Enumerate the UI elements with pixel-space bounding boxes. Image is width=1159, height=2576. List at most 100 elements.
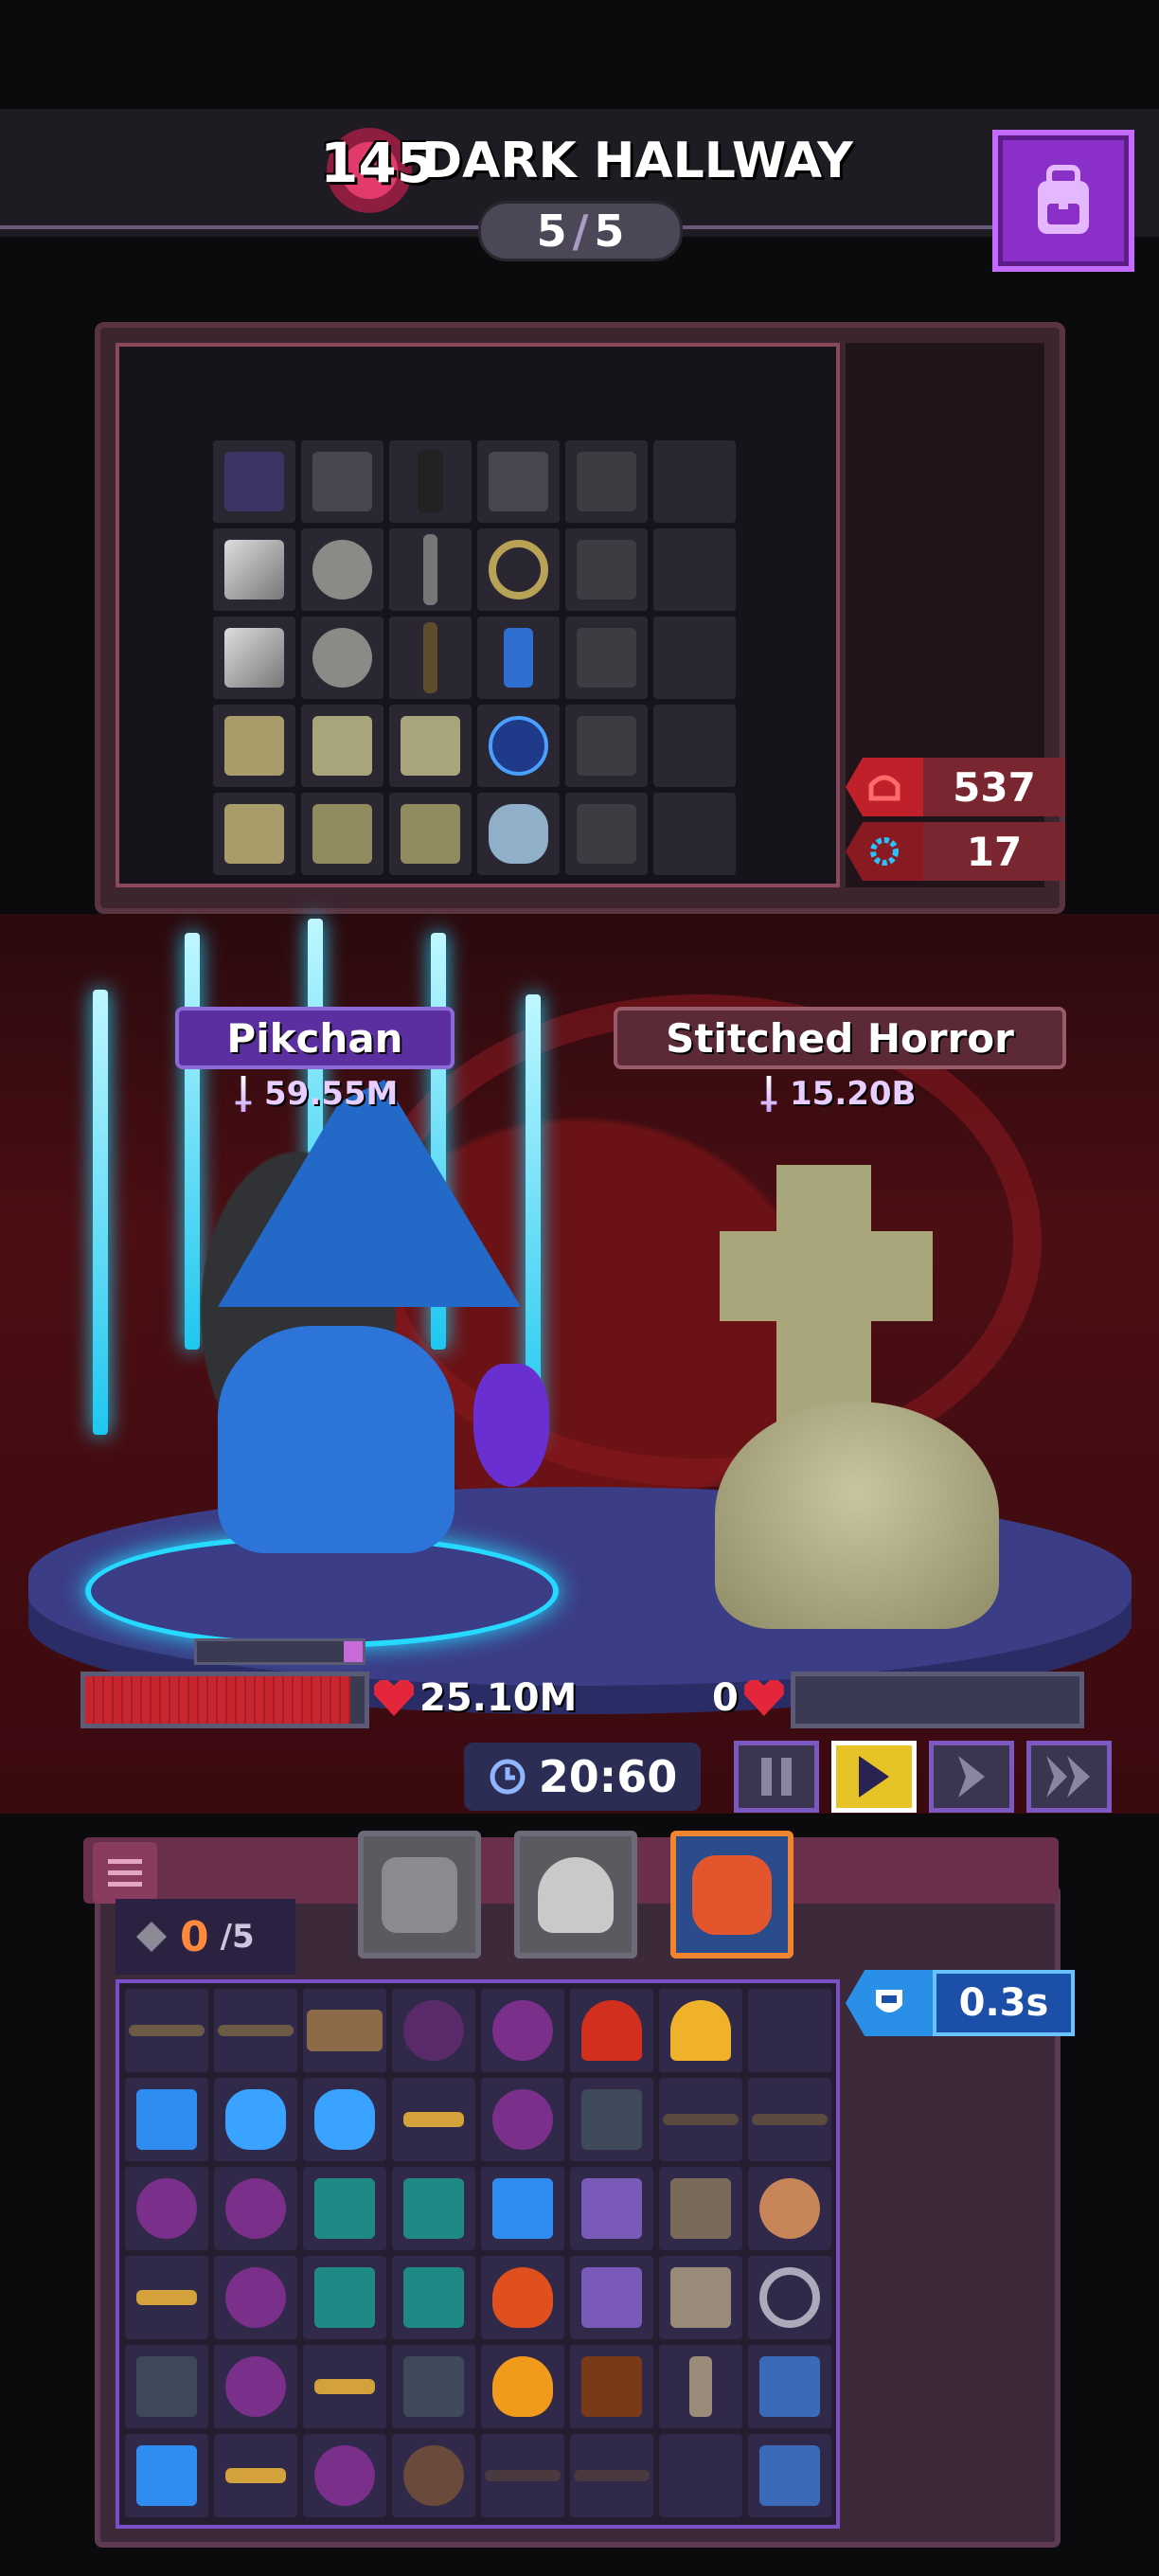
item-wand[interactable] xyxy=(214,2434,297,2517)
speed-1x-button[interactable] xyxy=(831,1741,917,1813)
enemy-slot-blade[interactable] xyxy=(565,440,648,523)
item-staff[interactable] xyxy=(303,1989,386,2072)
enemy-stat-armor-value: 537 xyxy=(923,758,1065,816)
enemy-slot-hammer[interactable] xyxy=(301,440,383,523)
play-icon xyxy=(859,1756,889,1798)
empty-slot[interactable] xyxy=(659,2434,742,2517)
enemy-slot-armor[interactable] xyxy=(389,705,472,787)
item-snail[interactable] xyxy=(392,2434,475,2517)
enemy-slot[interactable] xyxy=(213,440,295,523)
enemy-power: 15.20B xyxy=(758,1075,916,1113)
item-green-arrow[interactable] xyxy=(570,2078,653,2161)
item-wizard-hat[interactable] xyxy=(570,1989,653,2072)
item-wand[interactable] xyxy=(303,2434,386,2517)
enemy-slot[interactable] xyxy=(653,528,736,611)
pause-icon xyxy=(761,1758,792,1796)
item-green-arrow[interactable] xyxy=(125,2345,208,2428)
enemy-slot-ring[interactable] xyxy=(477,528,560,611)
item-ice-blast[interactable] xyxy=(214,2078,297,2161)
item-staff[interactable] xyxy=(659,2078,742,2161)
item-staff[interactable] xyxy=(481,2434,564,2517)
enemy-slot-potion[interactable] xyxy=(477,617,560,699)
item-ring[interactable] xyxy=(748,2256,831,2339)
shield-cat-icon xyxy=(846,1970,933,2036)
item-staff[interactable] xyxy=(748,2078,831,2161)
menu-line xyxy=(108,1882,142,1887)
enemy-slot-bone[interactable] xyxy=(213,705,295,787)
item-wand[interactable] xyxy=(125,2256,208,2339)
enemy-slot-hammer[interactable] xyxy=(389,440,472,523)
enemy-slot-hammer[interactable] xyxy=(477,440,560,523)
enemy-slot-armor[interactable] xyxy=(301,705,383,787)
enemy-slot-armor[interactable] xyxy=(389,793,472,875)
item-staff[interactable] xyxy=(214,1989,297,2072)
gear-shield-icon xyxy=(846,822,923,881)
enemy-slot-hammer-charm[interactable] xyxy=(477,705,560,787)
pause-button[interactable] xyxy=(734,1741,819,1813)
item-crystal-hand[interactable] xyxy=(570,2256,653,2339)
item-wand[interactable] xyxy=(303,2345,386,2428)
enemy-slot-armor[interactable] xyxy=(301,793,383,875)
speed-2x-button[interactable] xyxy=(929,1741,1014,1813)
item-ice-blast[interactable] xyxy=(303,2078,386,2161)
speed-3x-button[interactable] xyxy=(1026,1741,1112,1813)
item-torch[interactable] xyxy=(659,2167,742,2250)
enemy-slot-sword[interactable] xyxy=(213,528,295,611)
portrait-dragon[interactable] xyxy=(670,1831,793,1959)
portrait-cat[interactable] xyxy=(358,1831,481,1959)
item-wand[interactable] xyxy=(481,1989,564,2072)
item-wand[interactable] xyxy=(214,2345,297,2428)
enemy-slot[interactable] xyxy=(653,440,736,523)
item-wand[interactable] xyxy=(214,2256,297,2339)
item-wand[interactable] xyxy=(392,1989,475,2072)
enemy-slot-blade[interactable] xyxy=(565,528,648,611)
item-snail[interactable] xyxy=(748,2167,831,2250)
item-flame[interactable] xyxy=(481,2256,564,2339)
item-crystal-hand[interactable] xyxy=(570,2167,653,2250)
item-goblin[interactable] xyxy=(392,2256,475,2339)
enemy-slot-stone[interactable] xyxy=(301,528,383,611)
item-ice-gauntlet[interactable] xyxy=(481,2167,564,2250)
item-ice-gauntlet[interactable] xyxy=(125,2434,208,2517)
item-goblin[interactable] xyxy=(392,2167,475,2250)
enemy-slot-blade[interactable] xyxy=(565,705,648,787)
enemy-hp-bar xyxy=(791,1672,1084,1728)
ghost-portrait-icon xyxy=(538,1856,614,1933)
item-flame[interactable] xyxy=(481,2345,564,2428)
enemy-slot-hammer-handle[interactable] xyxy=(389,617,472,699)
enemy-slot[interactable] xyxy=(653,705,736,787)
backpack-button[interactable] xyxy=(992,130,1134,272)
enemy-slot-bone[interactable] xyxy=(213,793,295,875)
enemy-sprite[interactable] xyxy=(715,1402,999,1629)
progress-current: 5 xyxy=(536,206,567,257)
item-cookie[interactable] xyxy=(570,2345,653,2428)
item-shield[interactable] xyxy=(748,2434,831,2517)
inventory-menu-button[interactable] xyxy=(93,1842,157,1904)
item-torch[interactable] xyxy=(659,2345,742,2428)
item-wand[interactable] xyxy=(125,2167,208,2250)
enemy-slot-hammer-handle[interactable] xyxy=(389,528,472,611)
enemy-slot-bottle[interactable] xyxy=(477,793,560,875)
item-wizard-hat[interactable] xyxy=(659,1989,742,2072)
double-chevron-right-icon xyxy=(1046,1756,1090,1798)
item-wand[interactable] xyxy=(392,2078,475,2161)
enemy-slot-blade[interactable] xyxy=(565,617,648,699)
item-staff[interactable] xyxy=(570,2434,653,2517)
item-wand[interactable] xyxy=(481,2078,564,2161)
enemy-slot[interactable] xyxy=(653,793,736,875)
empty-slot[interactable] xyxy=(748,1989,831,2072)
enemy-slot-sword[interactable] xyxy=(213,617,295,699)
item-torch[interactable] xyxy=(659,2256,742,2339)
item-staff[interactable] xyxy=(125,1989,208,2072)
enemy-slot-stone[interactable] xyxy=(301,617,383,699)
portrait-ghost[interactable] xyxy=(514,1831,637,1959)
item-green-arrow[interactable] xyxy=(392,2345,475,2428)
enemy-slot-blade[interactable] xyxy=(565,793,648,875)
item-shield[interactable] xyxy=(748,2345,831,2428)
item-goblin[interactable] xyxy=(303,2167,386,2250)
item-goblin[interactable] xyxy=(303,2256,386,2339)
item-wand[interactable] xyxy=(214,2167,297,2250)
item-ice-gauntlet[interactable] xyxy=(125,2078,208,2161)
enemy-slot[interactable] xyxy=(653,617,736,699)
sword-icon xyxy=(760,1076,777,1112)
